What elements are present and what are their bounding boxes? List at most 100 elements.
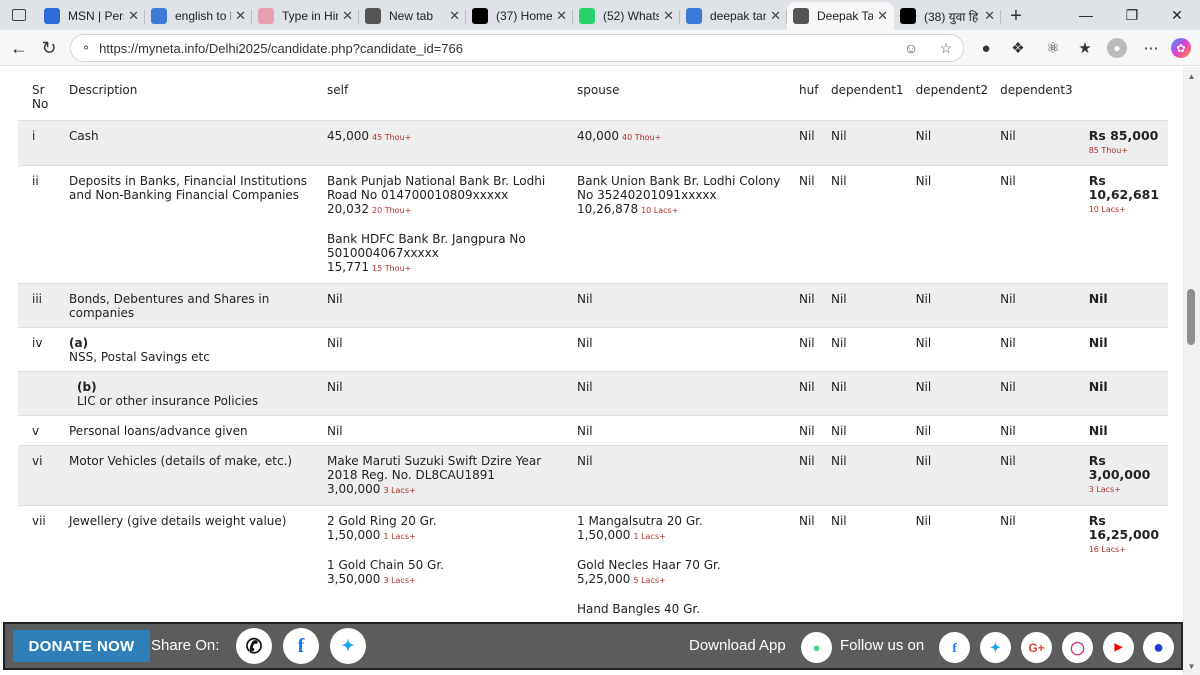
browser-tab[interactable]: english to h ✕ xyxy=(145,2,252,30)
self-cell: Nil xyxy=(321,415,571,446)
tab-label: (38) युवा हि xyxy=(924,9,979,24)
donate-now-button[interactable]: DONATE NOW xyxy=(13,630,150,662)
browser-tab[interactable]: (37) Home ✕ xyxy=(466,2,573,30)
facebook-share-icon[interactable]: f xyxy=(283,628,319,664)
amount-words-badge: 15 Thou+ xyxy=(372,263,412,273)
close-tab-icon[interactable]: ✕ xyxy=(663,8,674,24)
close-tab-icon[interactable]: ✕ xyxy=(128,8,139,24)
browser-tab[interactable]: New tab ✕ xyxy=(359,2,466,30)
browser-tab[interactable]: Type in Hin ✕ xyxy=(252,2,359,30)
browser-tab[interactable]: Deepak Tan✕ xyxy=(787,2,894,30)
spouse-cell: Nil xyxy=(571,283,793,328)
dependent2-cell: Nil xyxy=(909,415,995,446)
header-dependent3: dependent3 xyxy=(994,77,1079,121)
back-button[interactable]: ← xyxy=(4,33,34,63)
close-tab-icon[interactable]: ✕ xyxy=(342,8,353,24)
dependent3-cell: Nil xyxy=(994,165,1079,284)
description-text: Cash xyxy=(69,128,99,143)
blog-icon[interactable]: ● xyxy=(1143,632,1174,663)
close-tab-icon[interactable]: ✕ xyxy=(449,8,460,24)
whatsapp-share-icon[interactable]: ✆ xyxy=(236,628,272,664)
entry-amount-line: 45,000 45 Thou+ xyxy=(327,129,565,145)
msn-icon xyxy=(44,8,60,24)
table-row: iv (a) NSS, Postal Savings etc Nil Nil Nil Nil… xyxy=(18,327,1168,372)
description-cell: Motor Vehicles (details of make, etc.) xyxy=(63,445,321,506)
close-tab-icon[interactable]: ✕ xyxy=(877,8,888,24)
twitter-follow-icon[interactable]: ✦ xyxy=(980,632,1011,663)
new-tab-button[interactable]: + xyxy=(1001,2,1031,30)
vertical-scrollbar[interactable]: ▲ ▼ xyxy=(1183,67,1200,675)
favorites-icon[interactable]: ★ xyxy=(1075,38,1095,58)
entry-detail: 1 Mangalsutra 20 Gr. xyxy=(577,513,703,528)
header-huf: huf xyxy=(793,77,825,121)
entry-amount-line: 3,50,000 3 Lacs+ xyxy=(327,572,565,588)
tab-actions-button[interactable] xyxy=(0,0,38,30)
entry-amount: 45,000 xyxy=(327,128,369,143)
description-cell: Deposits in Banks, Financial Institution… xyxy=(63,165,321,284)
total-cell: Rs 16,25,000 16 Lacs+ xyxy=(1078,505,1168,624)
extensions-icon[interactable]: ❖ xyxy=(1008,38,1028,58)
dependent1-cell: Nil xyxy=(825,505,910,624)
twitter-share-icon[interactable]: ✦ xyxy=(330,628,366,664)
tab-label: MSN | Perso xyxy=(68,9,124,23)
dependent2-cell: Nil xyxy=(909,505,995,624)
profile-avatar-icon[interactable]: ● xyxy=(1107,38,1127,58)
google-plus-icon[interactable]: G+ xyxy=(1021,632,1052,663)
asset-entry: 1 Mangalsutra 20 Gr. 1,50,000 1 Lacs+ xyxy=(577,514,787,544)
globe-icon xyxy=(793,8,809,24)
description-text: Bonds, Debentures and Shares in companie… xyxy=(69,291,270,320)
entry-detail: 2 Gold Ring 20 Gr. xyxy=(327,513,437,528)
browser-tab[interactable]: (38) युवा हि ✕ xyxy=(894,2,1001,30)
maximize-button[interactable]: ❐ xyxy=(1109,0,1155,30)
follow-us-label: Follow us on xyxy=(840,637,925,654)
browser-tab[interactable]: deepak tan ✕ xyxy=(680,2,787,30)
tab-actions-icon xyxy=(12,9,26,21)
scroll-down-icon[interactable]: ▼ xyxy=(1183,659,1200,673)
description-text: Jewellery (give details weight value) xyxy=(69,513,287,528)
close-tab-icon[interactable]: ✕ xyxy=(235,8,246,24)
amount-words-badge: 20 Thou+ xyxy=(372,205,412,215)
copilot-icon[interactable]: ✿ xyxy=(1171,38,1191,58)
close-window-button[interactable]: ✕ xyxy=(1154,0,1200,30)
emoji-icon[interactable]: ☺ xyxy=(902,39,920,57)
facebook-follow-icon[interactable]: f xyxy=(939,632,970,663)
close-tab-icon[interactable]: ✕ xyxy=(984,8,995,24)
close-tab-icon[interactable]: ✕ xyxy=(770,8,781,24)
site-info-icon[interactable]: ⚬ xyxy=(81,41,91,55)
close-tab-icon[interactable]: ✕ xyxy=(556,8,567,24)
sr-no-cell: ii xyxy=(18,165,63,284)
instagram-icon[interactable]: ◯ xyxy=(1062,632,1093,663)
table-row: ii Deposits in Banks, Financial Instituti… xyxy=(18,165,1168,284)
entry-amount-line: 1,50,000 1 Lacs+ xyxy=(577,528,787,544)
url-field[interactable]: ⚬ https://myneta.info/Delhi2025/candidat… xyxy=(70,34,964,62)
scrollbar-thumb[interactable] xyxy=(1187,289,1195,345)
tracking-icon[interactable]: ● xyxy=(976,38,996,58)
split-screen-icon[interactable]: ⚛ xyxy=(1043,38,1063,58)
reload-icon: ↻ xyxy=(41,37,57,58)
reload-button[interactable]: ↻ xyxy=(34,33,64,63)
browser-tab[interactable]: MSN | Perso ✕ xyxy=(38,2,145,30)
search-icon xyxy=(151,8,167,24)
movable-assets-table: Sr No Description self spouse huf depend… xyxy=(18,77,1168,624)
android-app-icon[interactable]: ● xyxy=(801,632,832,663)
table-row: iii Bonds, Debentures and Shares in compa… xyxy=(18,283,1168,328)
scroll-up-icon[interactable]: ▲ xyxy=(1183,69,1200,83)
youtube-icon[interactable]: ▶ xyxy=(1103,632,1134,663)
self-cell: 2 Gold Ring 20 Gr. 1,50,000 1 Lacs+ 1 Gold … xyxy=(321,505,571,624)
minimize-button[interactable]: — xyxy=(1063,0,1109,30)
tab-label: Deepak Tan xyxy=(817,9,874,23)
spouse-cell: Nil xyxy=(571,371,793,416)
total-words-badge: 85 Thou+ xyxy=(1088,145,1129,155)
entry-amount-line: 15,771 15 Thou+ xyxy=(327,260,565,276)
browser-tab[interactable]: (52) Whats ✕ xyxy=(573,2,680,30)
total-cell: Rs 85,000 85 Thou+ xyxy=(1078,120,1168,166)
entry-amount-line: 1,50,000 1 Lacs+ xyxy=(327,528,565,544)
entry-detail: 1 Gold Chain 50 Gr. xyxy=(327,557,444,572)
more-menu-icon[interactable]: ⋯ xyxy=(1141,38,1161,58)
self-cell: Bank Punjab National Bank Br. Lodhi Road… xyxy=(321,165,571,284)
asset-entry: Hand Bangles 40 Gr. xyxy=(577,602,787,616)
favorite-star-icon[interactable]: ☆ xyxy=(937,39,955,57)
description-text: NSS, Postal Savings etc xyxy=(69,349,210,364)
total-words-badge: 3 Lacs+ xyxy=(1088,484,1121,494)
entry-amount-line: 40,000 40 Thou+ xyxy=(577,129,787,145)
